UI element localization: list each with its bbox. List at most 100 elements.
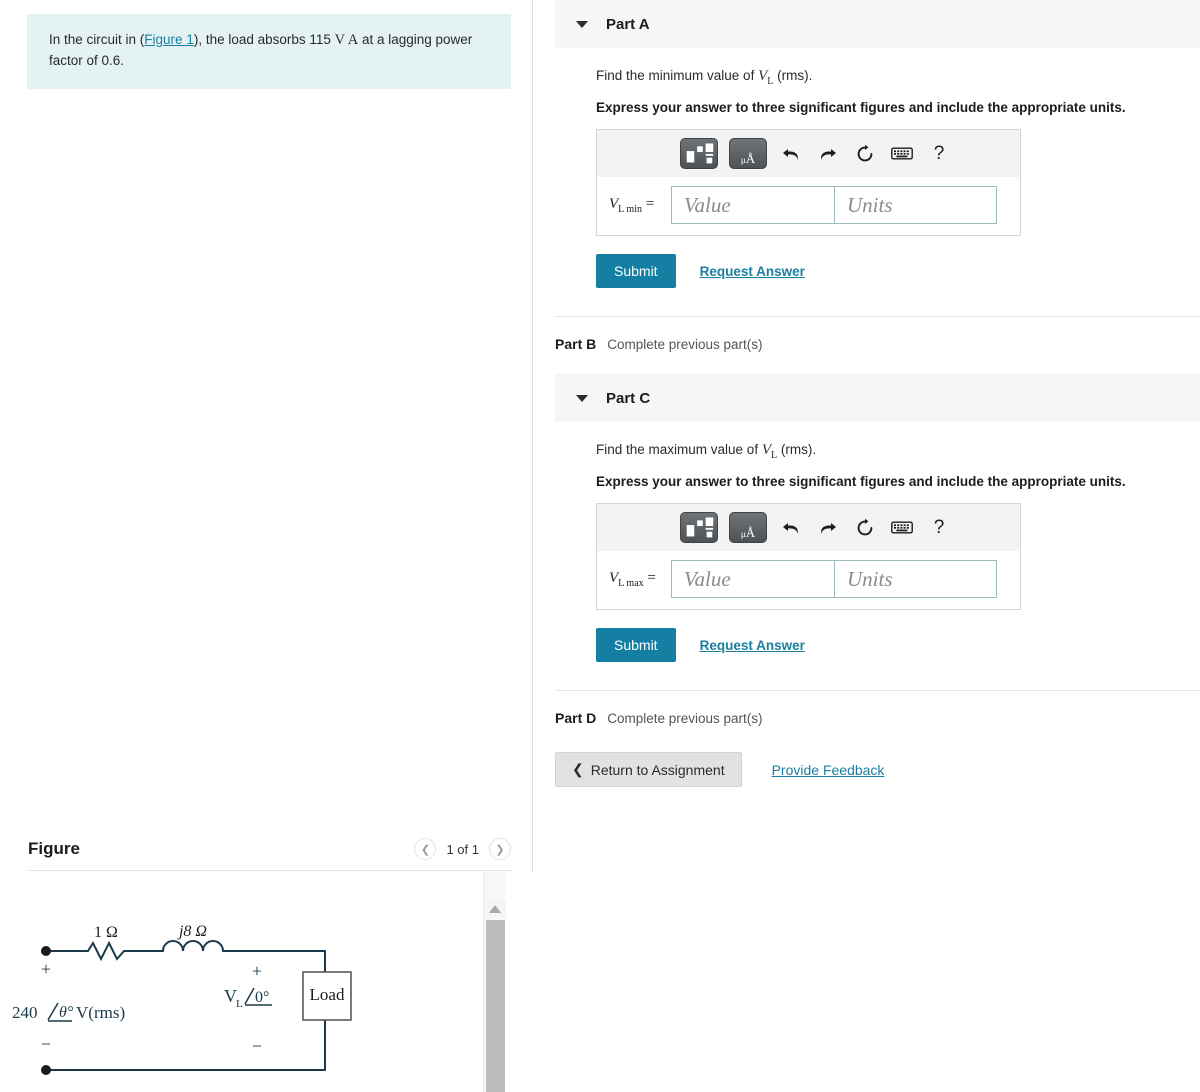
part-c-label: Part C [606,389,651,407]
part-c-body: Find the maximum value of VL (rms). Expr… [534,422,1200,662]
reset-circle-icon[interactable] [852,515,878,541]
figure-section: Figure ❮ 1 of 1 ❯ Load 1 Ω j8 Ω + − 240 … [0,828,533,1092]
figure-header: Figure ❮ 1 of 1 ❯ [0,828,533,870]
source-plus-sign: + [41,959,51,979]
figure-title: Figure [28,839,80,858]
source-unit: V(rms) [76,1003,125,1022]
caret-down-icon[interactable] [576,20,588,28]
problem-statement: In the circuit in (Figure 1), the load a… [27,14,511,89]
redo-arrow-icon[interactable] [815,515,841,541]
keyboard-icon[interactable] [889,141,915,167]
help-question-icon[interactable]: ? [926,141,952,167]
part-c-submit-button[interactable]: Submit [596,628,676,662]
part-c-field-label: VL max = [609,569,656,589]
problem-text-1: In the circuit in ( [49,32,145,47]
terminal-dot-bottom [41,1065,51,1075]
part-a-value-input[interactable] [671,186,834,224]
resistor-label: 1 Ω [94,924,118,941]
angle-slash-source [47,1002,59,1021]
load-voltage-label: V L 0° [224,986,272,1010]
part-c-question-var: VL [761,442,778,461]
part-b-label: Part B [555,336,597,352]
chevron-left-icon: ❮ [572,761,584,777]
part-a-header[interactable]: Part A [555,0,1200,48]
figure-divider [28,870,512,871]
left-panel: In the circuit in (Figure 1), the load a… [0,0,533,1092]
part-b-status: Complete previous part(s) [607,337,763,352]
part-a-units-input[interactable] [834,186,997,224]
load-box-label: Load [310,985,345,1004]
part-a-fields: VL min = [597,177,1020,235]
part-a-toolbar: μÅ ? [597,130,1020,177]
figure-scrollbar[interactable] [483,872,506,1092]
part-c-question-tail: (rms). [777,442,817,457]
return-to-assignment-button[interactable]: ❮ Return to Assignment [555,752,742,787]
angle-slash-load [244,987,255,1005]
load-plus-sign: + [252,961,262,981]
figure-canvas: Load 1 Ω j8 Ω + − 240 θ° V(rms) + − V L … [0,872,533,1092]
part-a-label: Part A [606,15,650,33]
inductor-symbol [162,940,224,952]
right-panel: Part A Find the minimum value of VL (rms… [534,0,1200,1092]
figure-next-button[interactable]: ❯ [489,838,511,860]
units-micro-angstrom-icon[interactable]: μÅ [729,512,767,543]
part-c-units-input[interactable] [834,560,997,598]
math-template-icon[interactable] [680,138,718,169]
resistor-symbol [87,940,125,962]
part-a-question-var: VL [758,68,774,87]
inductor-label: j8 Ω [177,923,207,940]
terminal-dot-top [41,946,51,956]
scrollbar-thumb[interactable] [486,920,505,1092]
figure-page-label: 1 of 1 [446,841,479,857]
undo-arrow-icon[interactable] [778,141,804,167]
units-icon-glyph: Å [745,525,756,540]
va-unit: V A [334,32,359,48]
return-button-label: Return to Assignment [590,761,725,778]
load-voltage-angle: 0° [255,989,269,1006]
provide-feedback-link[interactable]: Provide Feedback [772,762,885,778]
figure-prev-button[interactable]: ❮ [414,838,437,860]
help-question-icon[interactable]: ? [926,515,952,541]
source-angle: θ° [59,1004,74,1021]
figure-1-link[interactable]: Figure 1 [144,32,194,47]
part-a-answer-box: μÅ ? VL min = Value Units [596,129,1021,236]
divider-above-part-d [555,690,1200,691]
circuit-diagram-svg: Load 1 Ω j8 Ω + − 240 θ° V(rms) + − V L … [12,923,352,1075]
part-c-instruction: Express your answer to three significant… [596,474,1126,489]
problem-text-2: ), the load absorbs 115 [193,32,335,47]
keyboard-icon[interactable] [889,515,915,541]
caret-down-icon[interactable] [576,394,588,402]
part-c-question: Find the maximum value of VL (rms). [596,442,1200,461]
part-a-field-label: VL min = [609,195,655,215]
part-c-submit-row: Submit Request Answer [596,628,1200,662]
part-a-question-text: Find the minimum value of [596,68,759,83]
part-c-request-answer-link[interactable]: Request Answer [700,638,805,653]
reset-circle-icon[interactable] [852,141,878,167]
part-c-question-text: Find the maximum value of [596,442,762,457]
part-c-header[interactable]: Part C [555,374,1200,422]
part-a-submit-button[interactable]: Submit [596,254,676,288]
source-magnitude: 240 [12,1003,38,1022]
redo-arrow-icon[interactable] [815,141,841,167]
part-c-answer-box: μÅ ? VL max = Value Units [596,503,1021,610]
part-b-row[interactable]: Part B Complete previous part(s) [534,336,1200,352]
part-d-row[interactable]: Part D Complete previous part(s) [534,710,1200,726]
load-voltage-sub: L [236,998,243,1010]
triangle-up-icon [489,905,501,913]
scroll-up-button[interactable] [484,900,506,918]
footer-row: ❮ Return to Assignment Provide Feedback [534,752,1200,787]
math-template-icon[interactable] [680,512,718,543]
divider-above-part-b [555,316,1200,317]
part-c-value-input[interactable] [671,560,834,598]
part-c-toolbar: μÅ ? [597,504,1020,551]
undo-arrow-icon[interactable] [778,515,804,541]
figure-pager: ❮ 1 of 1 ❯ [414,838,511,860]
part-a-submit-row: Submit Request Answer [596,254,1200,288]
load-minus-sign: − [252,1036,262,1056]
units-icon-glyph: Å [745,151,756,166]
part-a-question: Find the minimum value of VL (rms). [596,68,1200,87]
part-a-request-answer-link[interactable]: Request Answer [700,264,805,279]
part-a-instruction: Express your answer to three significant… [596,100,1126,115]
units-micro-angstrom-icon[interactable]: μÅ [729,138,767,169]
part-d-label: Part D [555,710,597,726]
